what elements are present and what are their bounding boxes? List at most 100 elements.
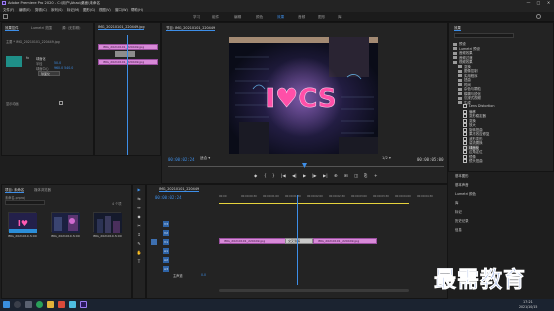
- home-icon[interactable]: [3, 14, 8, 19]
- workspace-audio[interactable]: 音频: [298, 15, 305, 20]
- timeline-ruler[interactable]: 00:00 00:00:00:30 00:00:01:00 00:00:01:3…: [219, 194, 447, 203]
- track-v1[interactable]: V1: [163, 239, 169, 245]
- timeline-panel: IMG_20210101_220449 00:00:02:24 00:00 00…: [146, 184, 448, 299]
- field-radius-value[interactable]: 50.0: [54, 61, 61, 65]
- tab-media-browser[interactable]: 媒体浏览器: [34, 187, 51, 192]
- comparison-view-button[interactable]: ⎘: [364, 173, 367, 178]
- workspace-effects[interactable]: 效果: [277, 15, 284, 20]
- workspace-color[interactable]: 颜色: [256, 15, 263, 20]
- tab-lumetri-scopes[interactable]: Lumetri 范围: [31, 25, 52, 30]
- export-frame-button[interactable]: ◫: [354, 173, 358, 178]
- blend-dropdown-label: 球面化: [41, 72, 51, 76]
- go-to-in-button[interactable]: |◀: [281, 173, 286, 178]
- mini-clip-1[interactable]: IMG_20210101_220449.jpg: [98, 44, 158, 50]
- source-patch-v1[interactable]: [151, 239, 157, 245]
- program-current-timecode[interactable]: 00:00:02:24: [168, 157, 195, 162]
- windows-start-icon[interactable]: [3, 301, 10, 308]
- project-thumb-1[interactable]: I♥: [8, 212, 37, 233]
- workspace-graphics[interactable]: 图形: [318, 15, 325, 20]
- quality-dropdown[interactable]: 1/2 ▾: [382, 156, 398, 162]
- track-v3[interactable]: V3: [163, 221, 169, 227]
- mark-out-button[interactable]: }: [272, 173, 275, 178]
- workspace-learn[interactable]: 学习: [193, 15, 200, 20]
- track-a2[interactable]: A2: [163, 257, 169, 263]
- project-item-name-2: IMG_2021010...: [51, 234, 75, 238]
- work-area-bar[interactable]: [219, 203, 409, 204]
- taskbar: 17:21 2021/10/15: [0, 299, 554, 311]
- media-app-icon[interactable]: [58, 301, 65, 308]
- step-back-button[interactable]: ◀|: [292, 173, 297, 178]
- premiere-logo-icon: [2, 1, 6, 5]
- timeline-playhead[interactable]: [297, 195, 298, 285]
- selection-tool[interactable]: ▶: [136, 187, 142, 193]
- field-center-value[interactable]: 960.0 540.0: [54, 66, 73, 70]
- panel-essential-graphics[interactable]: 基本图形: [455, 173, 469, 178]
- clip-header: 主要 * IMG_20210101_220449.jpg: [6, 40, 60, 44]
- effects-item[interactable]: Lens Distortion: [463, 104, 495, 108]
- task-view-icon[interactable]: [25, 301, 32, 308]
- lift-button[interactable]: ⊕: [334, 173, 338, 178]
- timeline-clip-2[interactable]: IMG_20210101_220449.jpg: [313, 238, 377, 244]
- premiere-taskbar-icon[interactable]: [80, 301, 87, 308]
- extract-button[interactable]: ⊞: [344, 173, 348, 178]
- step-forward-button[interactable]: |▶: [312, 173, 317, 178]
- timeline-timecode[interactable]: 00:00:02:24: [155, 195, 182, 200]
- timeline-scrollbar[interactable]: [219, 289, 409, 292]
- track-a1[interactable]: A1: [163, 248, 169, 254]
- panel-markers[interactable]: 标记: [455, 209, 462, 214]
- transition-block[interactable]: [115, 51, 135, 57]
- messenger-icon[interactable]: [69, 301, 76, 308]
- project-thumb-3[interactable]: [93, 212, 122, 233]
- project-thumb-2[interactable]: [51, 212, 80, 233]
- add-marker-button[interactable]: ◆: [254, 173, 257, 178]
- track-v2[interactable]: V2: [163, 230, 169, 236]
- tab-source[interactable]: 源: (无剪辑): [62, 25, 80, 30]
- track-select-tool[interactable]: ⇆: [136, 196, 142, 202]
- search-taskbar-icon[interactable]: [14, 301, 21, 308]
- panel-info[interactable]: 信息: [455, 227, 462, 232]
- pen-tool[interactable]: ✎: [136, 241, 142, 247]
- workspace-assembly[interactable]: 组件: [212, 15, 219, 20]
- browser-icon[interactable]: [36, 301, 43, 308]
- workspace-libraries[interactable]: 库: [338, 15, 342, 20]
- mark-in-button[interactable]: {: [264, 173, 267, 178]
- hand-tool[interactable]: ✋: [136, 250, 142, 256]
- play-button[interactable]: ▶: [303, 173, 306, 178]
- effects-search-input[interactable]: [454, 33, 514, 38]
- project-search-input[interactable]: [5, 200, 45, 205]
- blend-dropdown[interactable]: 球面化: [38, 71, 60, 76]
- program-tab[interactable]: 节目: IMG_20210101_220449: [166, 25, 216, 31]
- mini-timeline-panel: IMG_20210101_220449.jpg IMG_20210101_220…: [94, 22, 161, 156]
- mini-playhead[interactable]: [127, 35, 128, 155]
- tab-effect-controls[interactable]: 效果控件: [5, 25, 19, 31]
- type-tool[interactable]: T: [136, 259, 142, 265]
- panel-history[interactable]: 历史记录: [455, 218, 469, 223]
- mini-timeline-tab[interactable]: IMG_20210101_220449.jpg: [98, 25, 145, 30]
- rolling-edit-tool[interactable]: ◆: [136, 214, 142, 220]
- fit-dropdown[interactable]: 适合 ▾: [200, 156, 220, 162]
- mini-clip-2[interactable]: IMG_20210101_220449.jpg: [98, 59, 158, 65]
- button-editor-button[interactable]: +: [374, 173, 378, 178]
- slip-tool[interactable]: ↕: [136, 232, 142, 238]
- search-icon[interactable]: [536, 14, 541, 19]
- track-a3[interactable]: A3: [163, 266, 169, 272]
- ruler-tick-3: 00:00:01:30: [285, 195, 301, 198]
- master-volume[interactable]: 0.0: [201, 273, 206, 277]
- ripple-edit-tool[interactable]: ↔: [136, 205, 142, 211]
- panel-lumetri-color[interactable]: Lumetri 颜色: [455, 191, 476, 196]
- timeline-tab[interactable]: IMG_20210101_220449: [159, 187, 200, 192]
- workspace-editing[interactable]: 编辑: [234, 15, 241, 20]
- razor-tool[interactable]: ✂: [136, 223, 142, 229]
- cross-dissolve-transition[interactable]: 交叉溶解: [285, 238, 313, 244]
- effects-item[interactable]: 镜头扭曲: [463, 158, 483, 163]
- program-scrubber[interactable]: [168, 166, 444, 167]
- effects-tab[interactable]: 效果: [454, 25, 461, 31]
- go-to-out-button[interactable]: ▶|: [323, 173, 328, 178]
- timeline-clip-1[interactable]: IMG_20210101_220449.jpg: [219, 238, 289, 244]
- ruler-tick-9: 00:00:04:30: [417, 195, 433, 198]
- checkbox-icon[interactable]: [59, 101, 63, 105]
- panel-essential-sound[interactable]: 基本声音: [455, 182, 469, 187]
- folder-icon[interactable]: [47, 301, 54, 308]
- tab-project[interactable]: 项目: 未命名: [5, 187, 25, 193]
- panel-libraries[interactable]: 库: [455, 200, 458, 205]
